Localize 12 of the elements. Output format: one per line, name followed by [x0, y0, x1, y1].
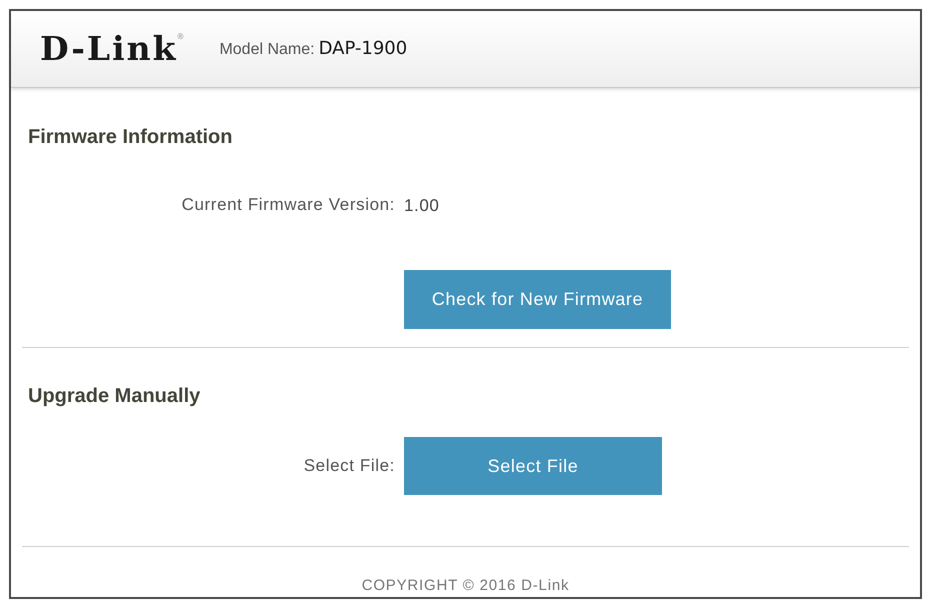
section-heading: Firmware Information — [28, 125, 232, 149]
firmware-version: 1.00 — [404, 195, 440, 217]
copyright-text: COPYRIGHT © 2016 D-Link — [362, 576, 570, 595]
section-heading: Upgrade Manually — [28, 384, 200, 408]
model-name-label: Model Name: — [219, 40, 315, 60]
registered-mark: ® — [178, 32, 184, 42]
field-label: Select File: — [304, 455, 395, 477]
logo-wordmark: D-Link — [40, 30, 178, 68]
check-firmware-button[interactable]: Check for New Firmware — [404, 270, 671, 329]
field-label: Current Firmware Version: — [182, 194, 395, 216]
model-name-value: DAP-1900 — [318, 38, 408, 60]
select-file-button[interactable]: Select File — [404, 437, 662, 495]
